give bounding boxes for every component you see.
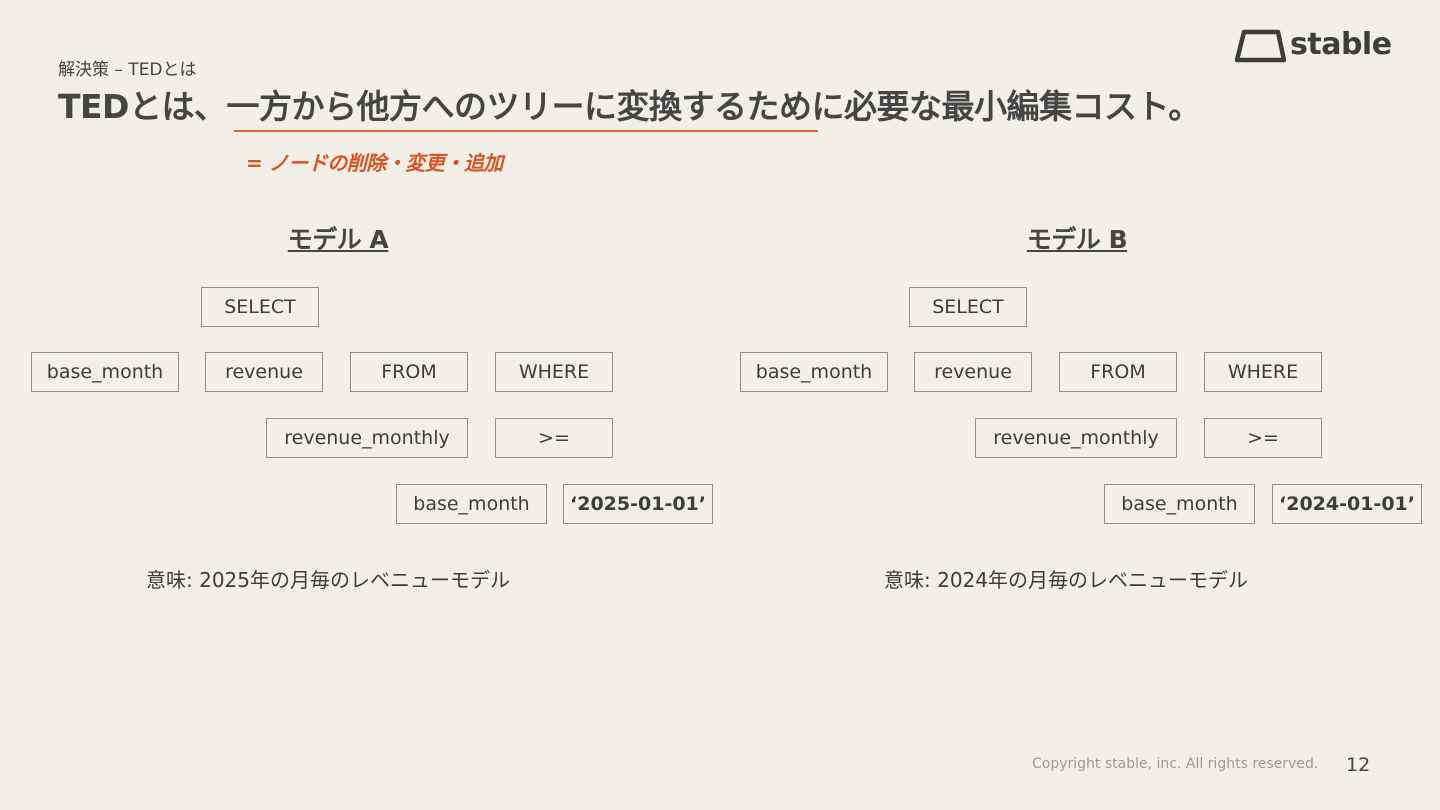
node-from: FROM [350, 352, 468, 392]
node-revenue: revenue [914, 352, 1032, 392]
model-a-meaning: 意味: 2025年の月毎のレベニューモデル [146, 568, 510, 592]
title-underline [234, 130, 818, 132]
node-base-month: base_month [31, 352, 179, 392]
node-base-month-condition: base_month [1104, 484, 1255, 524]
logo-text: stable [1290, 27, 1392, 62]
breadcrumb: 解決策 – TEDとは [58, 60, 197, 80]
node-base-month: base_month [740, 352, 888, 392]
subnote: = ノードの削除・変更・追加 [246, 151, 503, 175]
node-revenue-monthly: revenue_monthly [975, 418, 1177, 458]
node-gte: >= [495, 418, 613, 458]
node-base-month-condition: base_month [396, 484, 547, 524]
node-select: SELECT [909, 287, 1027, 327]
node-revenue-monthly: revenue_monthly [266, 418, 468, 458]
model-b-title: モデル B [1026, 225, 1128, 254]
node-from: FROM [1059, 352, 1177, 392]
node-date-literal: ‘2025-01-01’ [563, 484, 713, 524]
copyright: Copyright stable, inc. All rights reserv… [1032, 756, 1319, 772]
node-where: WHERE [495, 352, 613, 392]
model-a-title: モデル A [287, 225, 389, 254]
stable-logo: stable [1234, 26, 1394, 66]
node-revenue: revenue [205, 352, 323, 392]
node-select: SELECT [201, 287, 319, 327]
node-date-literal: ‘2024-01-01’ [1272, 484, 1422, 524]
trapezoid-logo-icon [1234, 29, 1286, 63]
page-title: TEDとは、一方から他方へのツリーに変換するために必要な最小編集コスト。 [58, 87, 1201, 126]
node-where: WHERE [1204, 352, 1322, 392]
page-number: 12 [1346, 754, 1371, 776]
model-b-meaning: 意味: 2024年の月毎のレベニューモデル [884, 568, 1248, 592]
node-gte: >= [1204, 418, 1322, 458]
